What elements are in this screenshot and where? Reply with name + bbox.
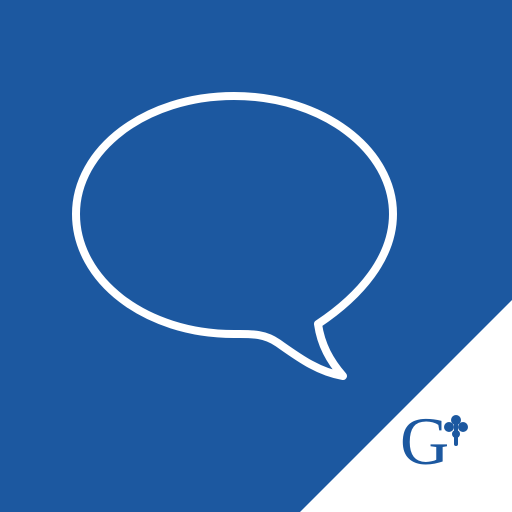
- app-icon-graphic: G: [0, 0, 512, 512]
- brand-logo-letter: G: [400, 403, 449, 479]
- app-icon[interactable]: G: [0, 0, 512, 512]
